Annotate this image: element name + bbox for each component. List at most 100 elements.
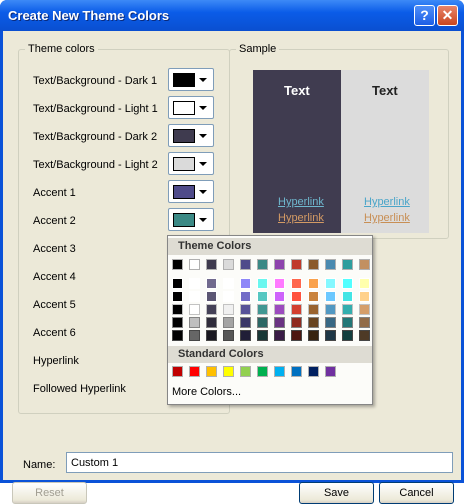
color-picker-button[interactable] bbox=[168, 68, 214, 91]
theme-color-cell[interactable] bbox=[342, 259, 353, 270]
theme-tint-cell[interactable] bbox=[240, 278, 251, 289]
theme-tint-cell[interactable] bbox=[274, 330, 285, 341]
more-colors-button[interactable]: More Colors... bbox=[172, 386, 241, 398]
theme-tint-cell[interactable] bbox=[257, 291, 268, 302]
theme-tint-cell[interactable] bbox=[206, 291, 217, 302]
standard-color-cell[interactable] bbox=[189, 366, 200, 377]
theme-color-cell[interactable] bbox=[240, 259, 251, 270]
theme-tint-cell[interactable] bbox=[325, 278, 336, 289]
theme-tint-cell[interactable] bbox=[325, 317, 336, 328]
theme-tint-cell[interactable] bbox=[308, 278, 319, 289]
theme-tint-cell[interactable] bbox=[274, 291, 285, 302]
sample-text-light: Text bbox=[372, 83, 398, 98]
theme-color-cell[interactable] bbox=[223, 259, 234, 270]
theme-color-cell[interactable] bbox=[325, 259, 336, 270]
help-button[interactable]: ? bbox=[414, 5, 435, 26]
theme-tint-cell[interactable] bbox=[223, 304, 234, 315]
theme-tint-cell[interactable] bbox=[359, 291, 370, 302]
theme-tint-cell[interactable] bbox=[359, 330, 370, 341]
color-picker-button[interactable] bbox=[168, 96, 214, 119]
color-row-label: Text/Background - Dark 1 bbox=[33, 75, 158, 87]
theme-tint-cell[interactable] bbox=[291, 291, 302, 302]
reset-button[interactable]: Reset bbox=[12, 482, 87, 504]
theme-tint-cell[interactable] bbox=[257, 317, 268, 328]
color-picker-button[interactable] bbox=[168, 208, 214, 231]
theme-tint-cell[interactable] bbox=[240, 304, 251, 315]
theme-tint-cell[interactable] bbox=[342, 278, 353, 289]
theme-tint-cell[interactable] bbox=[359, 317, 370, 328]
theme-tint-cell[interactable] bbox=[274, 304, 285, 315]
theme-color-cell[interactable] bbox=[172, 259, 183, 270]
theme-tint-cell[interactable] bbox=[325, 304, 336, 315]
theme-tint-cell[interactable] bbox=[172, 330, 183, 341]
theme-tint-cell[interactable] bbox=[257, 278, 268, 289]
theme-tint-cell[interactable] bbox=[342, 317, 353, 328]
theme-tint-cell[interactable] bbox=[308, 317, 319, 328]
standard-color-cell[interactable] bbox=[257, 366, 268, 377]
theme-tint-cell[interactable] bbox=[325, 291, 336, 302]
theme-tint-cell[interactable] bbox=[206, 330, 217, 341]
theme-color-cell[interactable] bbox=[274, 259, 285, 270]
standard-color-cell[interactable] bbox=[325, 366, 336, 377]
theme-tint-cell[interactable] bbox=[172, 278, 183, 289]
cancel-button[interactable]: Cancel bbox=[379, 482, 454, 504]
theme-tint-cell[interactable] bbox=[342, 330, 353, 341]
theme-tint-cell[interactable] bbox=[274, 317, 285, 328]
save-button[interactable]: Save bbox=[299, 482, 374, 504]
theme-color-cell[interactable] bbox=[291, 259, 302, 270]
standard-color-cell[interactable] bbox=[223, 366, 234, 377]
color-picker-button[interactable] bbox=[168, 152, 214, 175]
theme-tint-cell[interactable] bbox=[240, 317, 251, 328]
theme-tint-cell[interactable] bbox=[359, 278, 370, 289]
theme-color-cell[interactable] bbox=[257, 259, 268, 270]
theme-tint-cell[interactable] bbox=[206, 304, 217, 315]
standard-color-cell[interactable] bbox=[291, 366, 302, 377]
theme-tint-cell[interactable] bbox=[223, 278, 234, 289]
sample-followed-dark: Hyperlink bbox=[278, 212, 324, 224]
theme-tint-cell[interactable] bbox=[172, 304, 183, 315]
theme-tint-cell[interactable] bbox=[172, 291, 183, 302]
theme-tint-cell[interactable] bbox=[189, 278, 200, 289]
standard-colors-header: Standard Colors bbox=[168, 346, 372, 363]
theme-tint-cell[interactable] bbox=[359, 304, 370, 315]
theme-tint-cell[interactable] bbox=[189, 304, 200, 315]
theme-tint-cell[interactable] bbox=[291, 330, 302, 341]
theme-tint-cell[interactable] bbox=[206, 278, 217, 289]
standard-color-cell[interactable] bbox=[240, 366, 251, 377]
theme-tint-cell[interactable] bbox=[189, 291, 200, 302]
standard-color-cell[interactable] bbox=[308, 366, 319, 377]
theme-tint-cell[interactable] bbox=[308, 304, 319, 315]
theme-tint-cell[interactable] bbox=[223, 291, 234, 302]
theme-tint-cell[interactable] bbox=[274, 278, 285, 289]
theme-color-cell[interactable] bbox=[359, 259, 370, 270]
theme-color-cell[interactable] bbox=[189, 259, 200, 270]
theme-tint-cell[interactable] bbox=[240, 330, 251, 341]
theme-color-cell[interactable] bbox=[308, 259, 319, 270]
standard-color-cell[interactable] bbox=[206, 366, 217, 377]
theme-tint-cell[interactable] bbox=[325, 330, 336, 341]
name-input[interactable] bbox=[66, 452, 453, 473]
color-picker-button[interactable] bbox=[168, 124, 214, 147]
standard-color-cell[interactable] bbox=[172, 366, 183, 377]
theme-tint-cell[interactable] bbox=[189, 317, 200, 328]
theme-tint-cell[interactable] bbox=[308, 291, 319, 302]
theme-tint-cell[interactable] bbox=[240, 291, 251, 302]
theme-tint-cell[interactable] bbox=[308, 330, 319, 341]
color-picker-button[interactable] bbox=[168, 180, 214, 203]
theme-tint-cell[interactable] bbox=[172, 317, 183, 328]
color-swatch bbox=[173, 101, 195, 115]
theme-tint-cell[interactable] bbox=[257, 330, 268, 341]
theme-tint-cell[interactable] bbox=[189, 330, 200, 341]
theme-tint-cell[interactable] bbox=[223, 330, 234, 341]
theme-tint-cell[interactable] bbox=[291, 304, 302, 315]
theme-tint-cell[interactable] bbox=[342, 304, 353, 315]
close-button[interactable]: ✕ bbox=[437, 5, 458, 26]
theme-tint-cell[interactable] bbox=[223, 317, 234, 328]
theme-tint-cell[interactable] bbox=[257, 304, 268, 315]
theme-tint-cell[interactable] bbox=[291, 317, 302, 328]
theme-color-cell[interactable] bbox=[206, 259, 217, 270]
theme-tint-cell[interactable] bbox=[342, 291, 353, 302]
theme-tint-cell[interactable] bbox=[206, 317, 217, 328]
theme-tint-cell[interactable] bbox=[291, 278, 302, 289]
standard-color-cell[interactable] bbox=[274, 366, 285, 377]
